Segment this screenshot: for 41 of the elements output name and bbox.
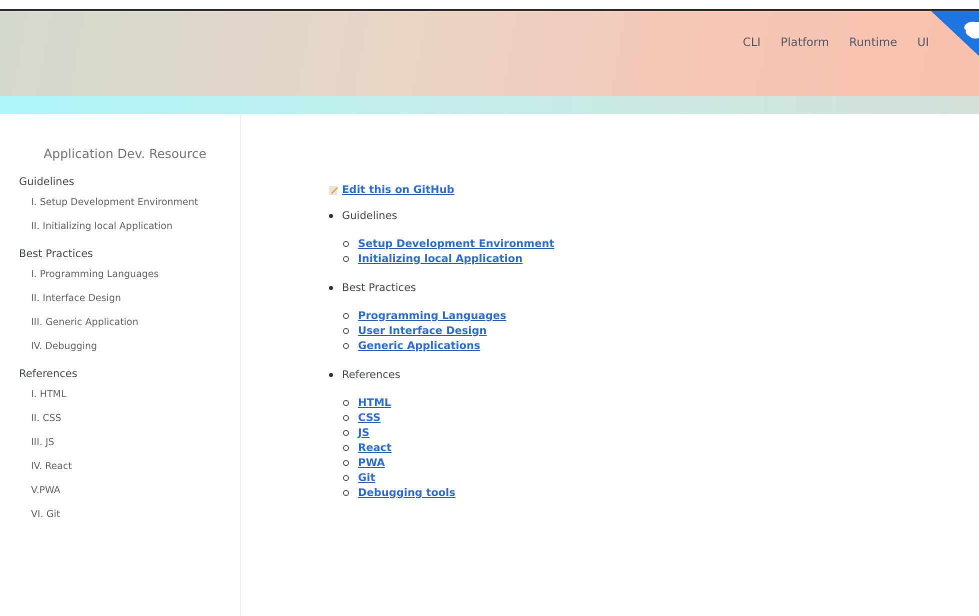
bullet-icon [343, 444, 349, 450]
content-link[interactable]: Initializing local Application [358, 252, 523, 264]
content-link[interactable]: User Interface Design [358, 324, 487, 336]
content-link[interactable]: HTML [358, 396, 392, 408]
content-link[interactable]: JS [358, 426, 370, 438]
list-heading: Guidelines [342, 210, 398, 222]
content-link[interactable]: Programming Languages [358, 310, 506, 322]
bullet-icon [343, 474, 349, 480]
content-link[interactable]: Setup Development Environment [358, 238, 554, 250]
content-link[interactable]: CSS [358, 412, 381, 424]
nav-link[interactable]: UI [917, 35, 929, 49]
bullet-icon [343, 328, 349, 334]
content-link[interactable]: Git [358, 472, 376, 484]
bullet-icon [343, 460, 349, 466]
bullet-icon [343, 342, 349, 348]
sidebar-section[interactable]: Guidelines [0, 171, 240, 189]
pencil-icon [329, 185, 339, 195]
bullet-icon [343, 430, 349, 436]
bullet-icon [343, 400, 349, 406]
nav-link[interactable]: CLI [742, 35, 761, 49]
bullet-icon [343, 240, 349, 246]
bullet-icon [343, 312, 349, 318]
nav-link[interactable]: Platform [780, 35, 830, 49]
content-link[interactable]: Generic Applications [358, 340, 480, 352]
sidebar-section[interactable]: References [0, 363, 240, 381]
list-heading: Best Practices [342, 282, 416, 294]
nav-link[interactable]: Runtime [849, 35, 898, 49]
bullet-icon [343, 490, 349, 496]
bullet-icon [343, 414, 349, 420]
sidebar-section[interactable]: Best Practices [0, 243, 240, 261]
list-heading: References [342, 369, 400, 381]
content-link[interactable]: PWA [358, 456, 385, 468]
bullet-icon [329, 214, 333, 218]
content-link[interactable]: Debugging tools [358, 486, 456, 498]
bullet-icon [329, 286, 333, 290]
sidebar-title: Application Dev. Resource [42, 146, 208, 161]
content-link[interactable]: React [358, 442, 392, 454]
edit-link[interactable]: Edit this on GitHub [329, 184, 554, 196]
bullet-icon [343, 256, 349, 262]
bullet-icon [329, 373, 333, 377]
corner-drawing[interactable] [931, 11, 979, 56]
